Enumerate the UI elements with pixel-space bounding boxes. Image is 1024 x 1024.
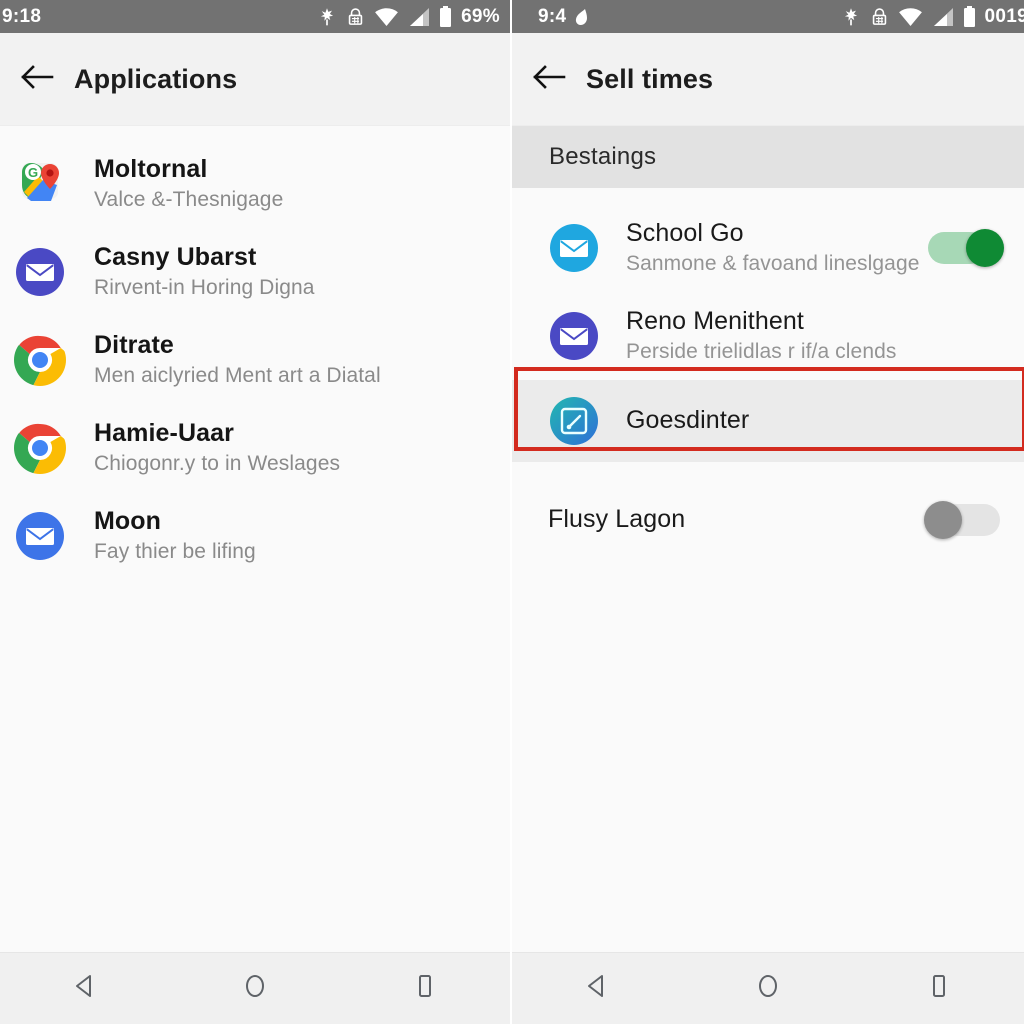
left-nav-bar bbox=[0, 952, 510, 1024]
nav-recents-button[interactable] bbox=[380, 953, 470, 1024]
status-time: 9:4 bbox=[538, 5, 567, 27]
google-maps-icon: G bbox=[14, 158, 66, 210]
battery-percent: 69% bbox=[461, 5, 500, 27]
page-title: Applications bbox=[74, 63, 238, 94]
nav-recents-icon bbox=[412, 973, 438, 1004]
nav-home-button[interactable] bbox=[210, 953, 300, 1024]
settings-row-subtitle: Perside trielidlas r if/a clends bbox=[626, 339, 897, 363]
wifi-icon bbox=[898, 7, 923, 27]
settings-row-title: Goesdinter bbox=[626, 406, 750, 435]
settings-row-subtitle: Sanmone & favoand lineslgage bbox=[626, 251, 920, 275]
section-header: Bestaings bbox=[512, 126, 1024, 188]
settings-row-title: Reno Menithent bbox=[626, 307, 804, 336]
back-button[interactable] bbox=[0, 62, 74, 97]
nav-back-icon bbox=[72, 973, 98, 1004]
settings-row-text: Reno Menithent Perside trielidlas r if/a… bbox=[600, 307, 1006, 365]
settings-row-text: School Go Sanmone & favoand lineslgage bbox=[600, 219, 928, 277]
list-item-text: Ditrate Men aiclyried Ment art a Diatal bbox=[66, 331, 492, 389]
left-screen: 9:18 69% Applications G Moltornal Valce … bbox=[0, 0, 512, 1024]
list-item-title: Moltornal bbox=[94, 155, 208, 184]
signal-icon bbox=[932, 7, 954, 27]
list-item-subtitle: Rirvent-in Horing Digna bbox=[94, 275, 315, 299]
list-item[interactable]: Ditrate Men aiclyried Ment art a Diatal bbox=[0, 316, 510, 404]
settings-row-highlighted[interactable]: Goesdinter bbox=[512, 380, 1024, 462]
list-item-subtitle: Men aiclyried Ment art a Diatal bbox=[94, 363, 381, 387]
left-app-bar: Applications bbox=[0, 33, 510, 126]
status-left-group: 9:18 bbox=[0, 6, 41, 28]
list-item[interactable]: Casny Ubarst Rirvent-in Horing Digna bbox=[0, 228, 510, 316]
sparkle-icon bbox=[317, 7, 337, 27]
settings-row-title: School Go bbox=[626, 219, 744, 248]
status-right-group: 0019 bbox=[841, 5, 1024, 28]
right-status-bar: 9:4 0019 bbox=[512, 0, 1024, 33]
settings-row-title: Flusy Lagon bbox=[548, 505, 686, 534]
toggle-switch-on[interactable] bbox=[928, 228, 1004, 268]
right-settings-list: Bestaings School Go Sanmone & favoand li… bbox=[512, 126, 1024, 952]
list-item[interactable]: Hamie-Uaar Chiogonr.y to in Weslages bbox=[0, 404, 510, 492]
nav-home-icon bbox=[242, 973, 268, 1004]
list-item-title: Ditrate bbox=[94, 331, 174, 360]
settings-row[interactable]: Reno Menithent Perside trielidlas r if/a… bbox=[512, 292, 1024, 380]
list-item-title: Moon bbox=[94, 507, 162, 536]
nav-recents-icon bbox=[926, 973, 952, 1004]
nav-recents-button[interactable] bbox=[894, 953, 984, 1024]
list-item-title: Hamie-Uaar bbox=[94, 419, 234, 448]
mail-icon-indigo bbox=[548, 310, 600, 362]
back-arrow-icon bbox=[532, 62, 566, 97]
battery-icon bbox=[963, 5, 976, 28]
lock-icon bbox=[870, 7, 889, 27]
right-app-bar: Sell times bbox=[512, 33, 1024, 126]
dual-screenshot: 9:18 69% Applications G Moltornal Valce … bbox=[0, 0, 1024, 1024]
list-item-text: Moon Fay thier be lifing bbox=[66, 507, 492, 565]
list-item-text: Hamie-Uaar Chiogonr.y to in Weslages bbox=[66, 419, 492, 477]
settings-row[interactable]: School Go Sanmone & favoand lineslgage bbox=[512, 204, 1024, 292]
battery-percent: 0019 bbox=[984, 5, 1024, 27]
status-left-group: 9:4 bbox=[512, 6, 590, 28]
settings-row-text: Flusy Lagon bbox=[548, 505, 928, 535]
lock-icon bbox=[346, 7, 365, 27]
left-status-bar: 9:18 69% bbox=[0, 0, 510, 33]
nav-back-button[interactable] bbox=[40, 953, 130, 1024]
settings-row[interactable]: Flusy Lagon bbox=[512, 478, 1024, 562]
list-item-text: Moltornal Valce &-Thesnigage bbox=[66, 155, 492, 213]
list-top-spacer bbox=[0, 126, 510, 140]
chrome-icon bbox=[14, 334, 66, 386]
mail-icon-blue bbox=[14, 510, 66, 562]
wifi-icon bbox=[374, 7, 399, 27]
nav-home-icon bbox=[755, 973, 781, 1004]
list-item[interactable]: Moon Fay thier be lifing bbox=[0, 492, 510, 580]
svg-text:G: G bbox=[28, 165, 38, 180]
nav-back-button[interactable] bbox=[552, 953, 642, 1024]
settings-row-text: Goesdinter bbox=[600, 406, 1006, 436]
chrome-icon bbox=[14, 422, 66, 474]
page-title: Sell times bbox=[586, 63, 714, 94]
right-screen: 9:4 0019 Sell times Bestaings School Go … bbox=[512, 0, 1024, 1024]
status-time: 9:18 bbox=[2, 5, 42, 27]
signal-icon bbox=[408, 7, 430, 27]
toggle-thumb bbox=[966, 229, 1004, 267]
gauge-icon-teal bbox=[548, 395, 600, 447]
status-right-group: 69% bbox=[317, 5, 500, 28]
nav-back-icon bbox=[584, 973, 610, 1004]
list-item-title: Casny Ubarst bbox=[94, 243, 257, 272]
toggle-switch-off[interactable] bbox=[924, 500, 1000, 540]
list-item-subtitle: Valce &-Thesnigage bbox=[94, 187, 284, 211]
toggle-thumb bbox=[924, 501, 962, 539]
nav-home-button[interactable] bbox=[723, 953, 813, 1024]
mail-icon-indigo bbox=[14, 246, 66, 298]
mail-icon-lightblue bbox=[548, 222, 600, 274]
back-button[interactable] bbox=[512, 62, 586, 97]
notification-icon bbox=[573, 8, 590, 26]
list-item[interactable]: G Moltornal Valce &-Thesnigage bbox=[0, 140, 510, 228]
sparkle-icon bbox=[841, 7, 861, 27]
back-arrow-icon bbox=[20, 62, 54, 97]
battery-icon bbox=[439, 5, 452, 28]
list-item-subtitle: Fay thier be lifing bbox=[94, 539, 256, 563]
left-app-list: G Moltornal Valce &-Thesnigage Casny Uba… bbox=[0, 126, 510, 952]
list-item-text: Casny Ubarst Rirvent-in Horing Digna bbox=[66, 243, 492, 301]
right-nav-bar bbox=[512, 952, 1024, 1024]
list-item-subtitle: Chiogonr.y to in Weslages bbox=[94, 451, 341, 475]
